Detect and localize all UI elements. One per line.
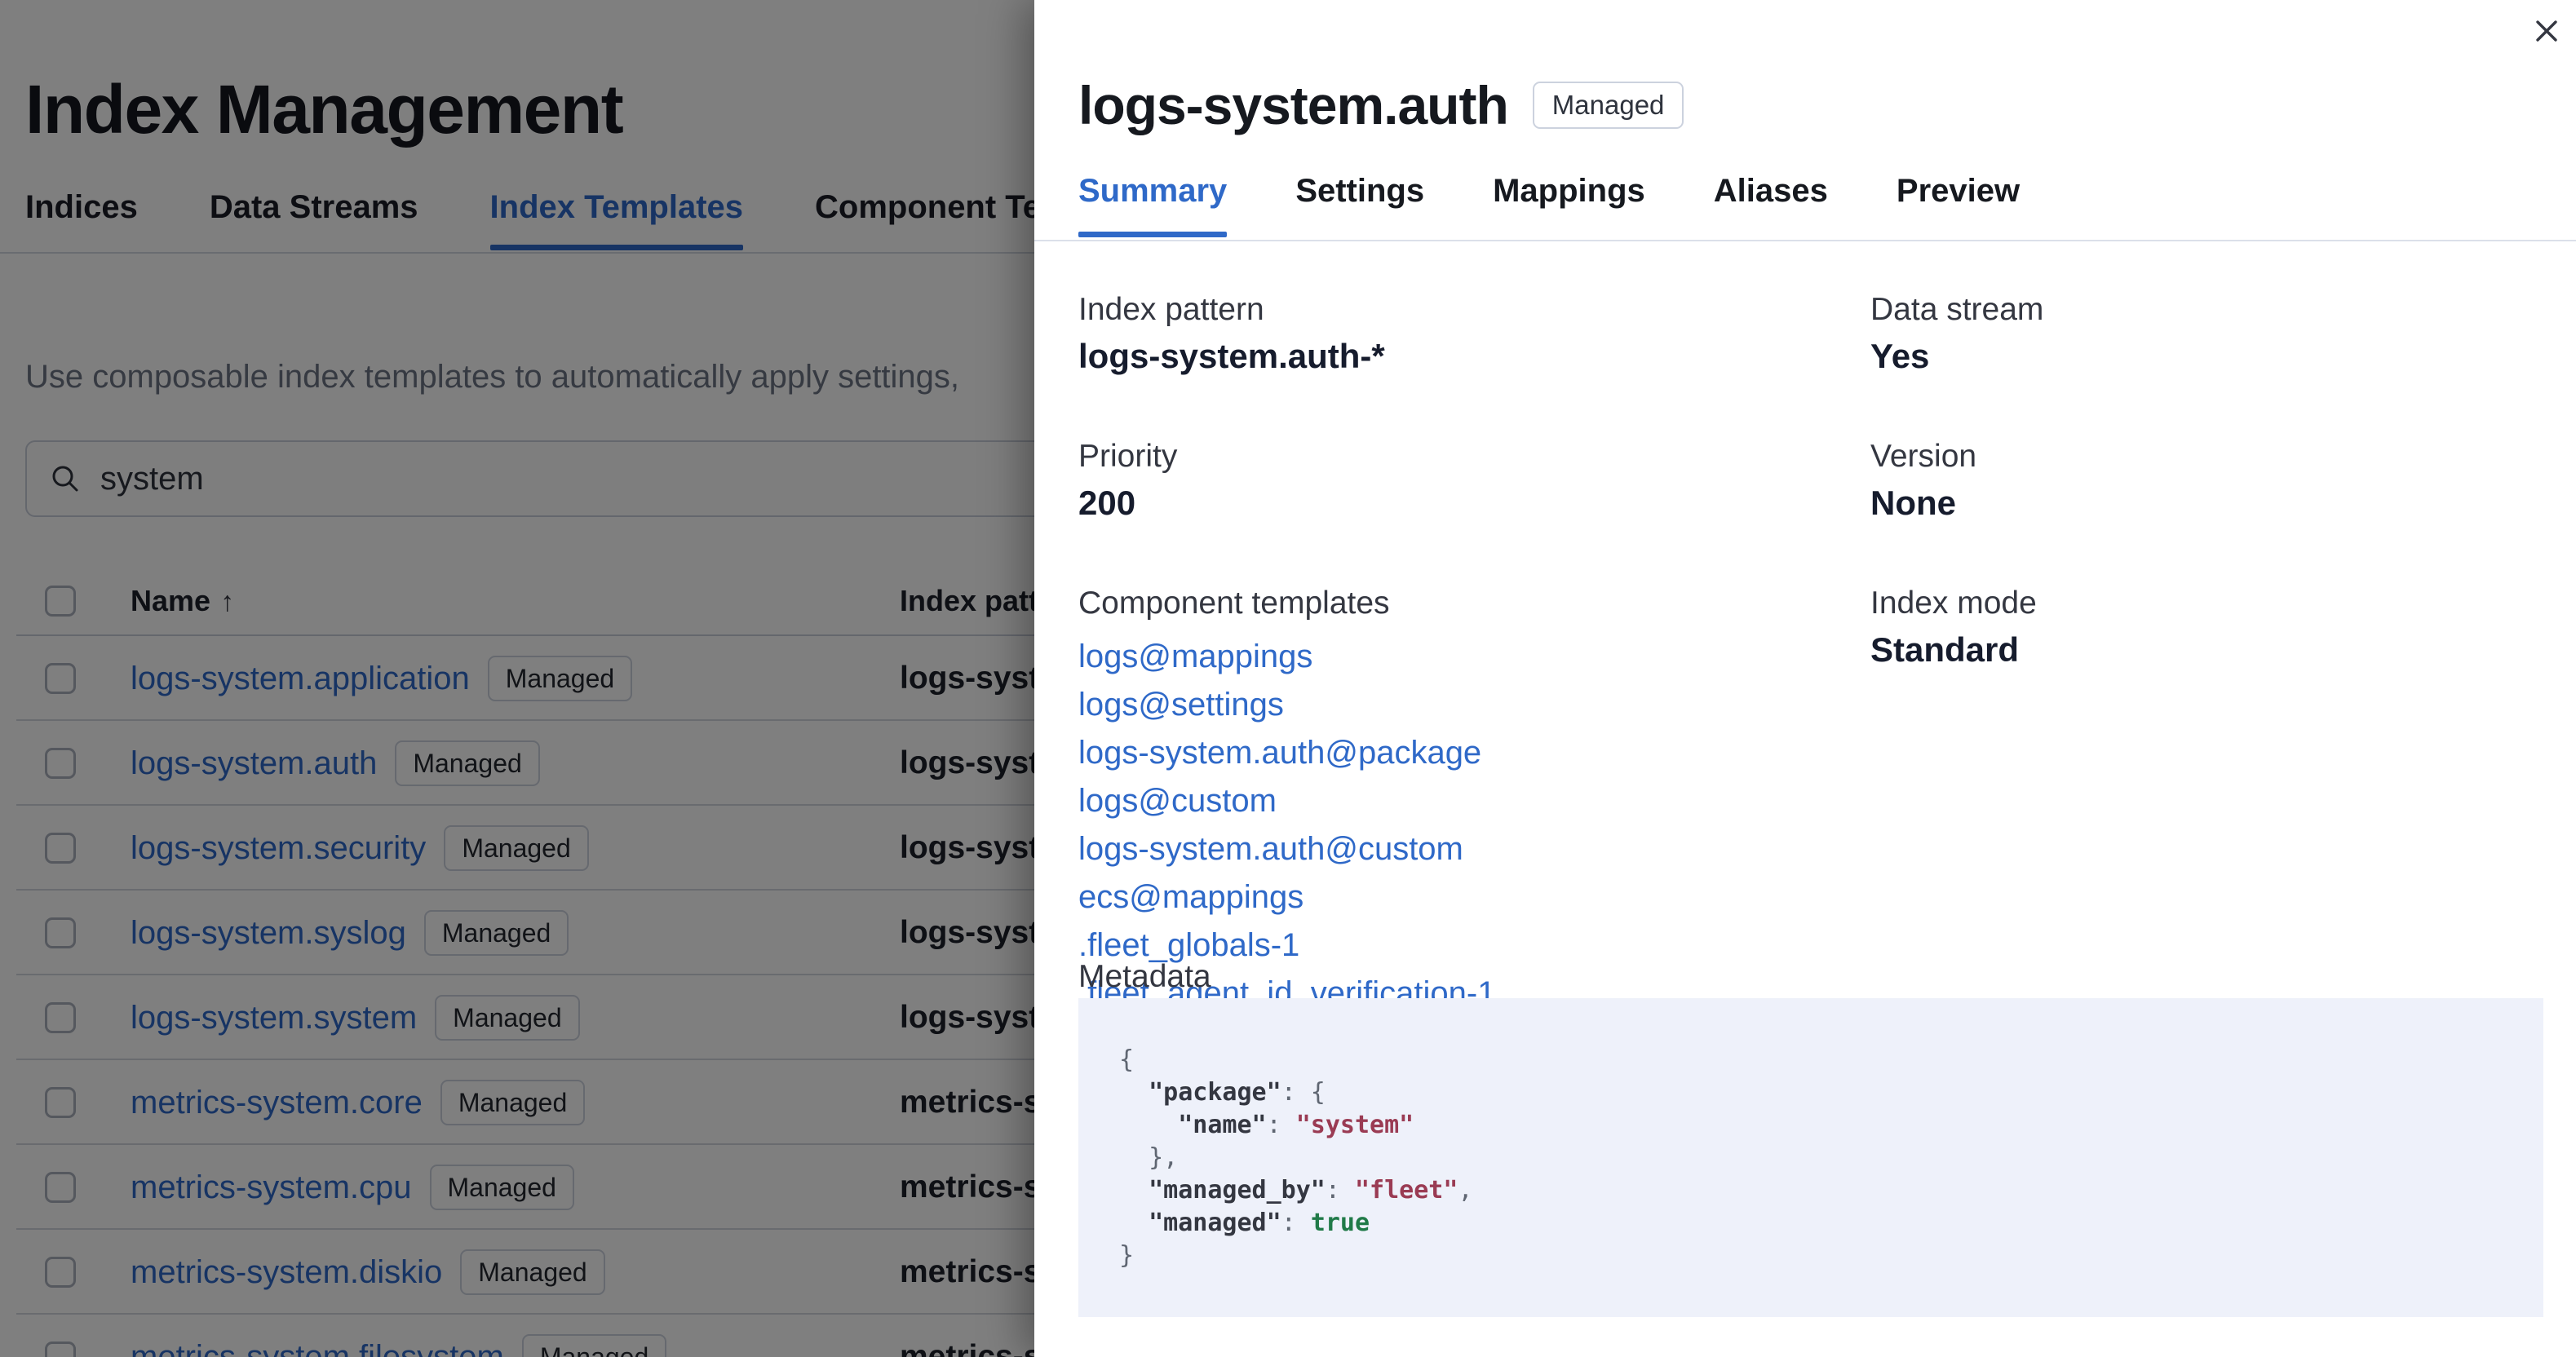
code-line: "package": { bbox=[1149, 1078, 1326, 1107]
code-line: } bbox=[1119, 1241, 1135, 1270]
flyout-tab-preview[interactable]: Preview bbox=[1897, 173, 2020, 237]
flyout-tabs-divider bbox=[1034, 240, 2576, 241]
summary-right-column: Data stream Yes Version None Index mode … bbox=[1870, 290, 2523, 672]
field-value-index-pattern: logs-system.auth-* bbox=[1078, 337, 1385, 375]
field-value-version: None bbox=[1870, 484, 1956, 522]
index-management-screen: Index Management IndicesData StreamsInde… bbox=[0, 0, 2576, 1357]
field-label-priority: Priority bbox=[1078, 439, 1178, 474]
flyout-tab-summary[interactable]: Summary bbox=[1078, 173, 1228, 237]
metadata-label: Metadata bbox=[1078, 959, 1211, 994]
managed-badge: Managed bbox=[1532, 81, 1684, 129]
field-value-priority: 200 bbox=[1078, 484, 1136, 522]
flyout-title: logs-system.auth bbox=[1078, 74, 1509, 135]
field-label-index-mode: Index mode bbox=[1870, 586, 2037, 621]
code-line: }, bbox=[1119, 1143, 1179, 1172]
field-value-index-mode: Standard bbox=[1870, 630, 2020, 669]
field-value-data-stream: Yes bbox=[1870, 337, 1930, 375]
component-template-link[interactable]: ecs@mappings bbox=[1078, 873, 1853, 922]
code-line: { bbox=[1119, 1045, 1135, 1074]
code-line: "managed": true bbox=[1149, 1209, 1370, 1237]
component-template-link[interactable]: logs@settings bbox=[1078, 681, 1853, 729]
flyout-tab-mappings[interactable]: Mappings bbox=[1493, 173, 1645, 237]
code-line: "name": "system" bbox=[1178, 1111, 1414, 1139]
field-label-version: Version bbox=[1870, 439, 1977, 474]
flyout-tab-aliases[interactable]: Aliases bbox=[1714, 173, 1828, 237]
component-template-link[interactable]: logs@mappings bbox=[1078, 633, 1853, 681]
flyout-tabs: Summary Settings Mappings Aliases Preview bbox=[1078, 173, 2020, 237]
close-button[interactable] bbox=[2529, 13, 2565, 49]
metadata-code-block: { "package": { "name": "system" }, "mana… bbox=[1078, 998, 2543, 1317]
component-template-link[interactable]: logs@custom bbox=[1078, 777, 1853, 825]
field-label-data-stream: Data stream bbox=[1870, 292, 2044, 327]
component-template-link[interactable]: logs-system.auth@package bbox=[1078, 729, 1853, 777]
component-template-link[interactable]: logs-system.auth@custom bbox=[1078, 825, 1853, 873]
template-details-flyout: logs-system.auth Managed Summary Settings… bbox=[1034, 0, 2576, 1357]
code-line: "managed_by": "fleet", bbox=[1149, 1176, 1473, 1205]
close-icon bbox=[2533, 17, 2561, 45]
field-label-index-pattern: Index pattern bbox=[1078, 292, 1264, 327]
flyout-tab-settings[interactable]: Settings bbox=[1295, 173, 1424, 237]
field-label-component-templates: Component templates bbox=[1078, 586, 1390, 621]
flyout-header: logs-system.auth Managed bbox=[1078, 29, 1684, 181]
summary-left-column: Index pattern logs-system.auth-* Priorit… bbox=[1078, 290, 1853, 1018]
